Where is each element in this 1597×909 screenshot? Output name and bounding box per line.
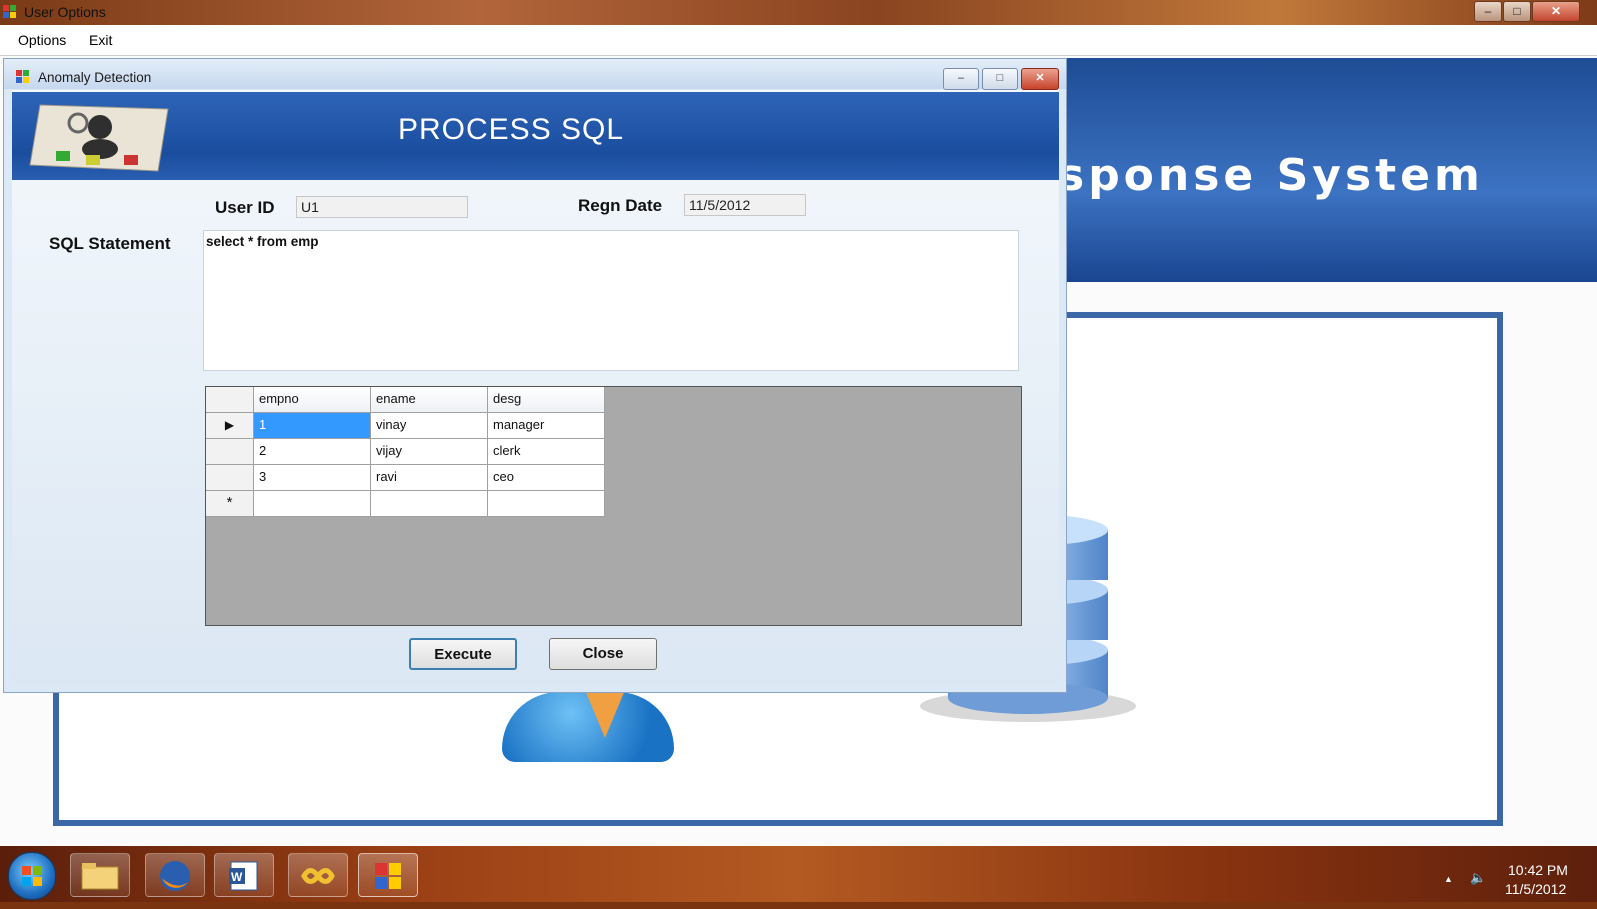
menu-exit[interactable]: Exit [89,32,112,48]
menu-options[interactable]: Options [18,32,66,48]
dialog-minimize-button[interactable]: – [943,68,979,90]
new-row-cell[interactable] [488,491,605,517]
outer-maximize-button[interactable]: □ [1503,1,1531,22]
clock-date[interactable]: 11/5/2012 [1505,881,1566,897]
table-cell-ename[interactable]: vijay [371,439,488,465]
sql-statement-input[interactable] [203,230,1019,371]
menu-bar [0,25,1597,56]
svg-text:W: W [231,870,243,884]
table-cell-ename[interactable]: ravi [371,465,488,491]
start-button[interactable] [8,852,56,900]
column-header-desg[interactable]: desg [488,387,605,413]
outer-window-title: User Options [24,4,106,20]
word-icon: W [229,861,258,891]
dialog-app-icon [16,70,30,84]
user-collar-shape [585,690,625,738]
column-header-empno[interactable]: empno [254,387,371,413]
table-cell-desg[interactable]: manager [488,413,605,439]
execute-button[interactable]: Execute [409,638,517,670]
security-logo-icon [26,101,172,175]
app-icon [375,863,401,889]
outer-close-button[interactable]: ✕ [1532,1,1580,22]
sql-statement-text: select * from emp [206,234,319,249]
row-header[interactable] [206,439,254,465]
dialog-maximize-button[interactable]: □ [982,68,1018,90]
outer-minimize-button[interactable]: – [1474,1,1502,22]
column-header-ename[interactable]: ename [371,387,488,413]
user-id-field[interactable]: U1 [296,196,468,218]
close-button[interactable]: Close [549,638,657,670]
table-cell-empno[interactable]: 1 [254,413,371,439]
row-header[interactable] [206,465,254,491]
table-cell-desg[interactable]: clerk [488,439,605,465]
dialog-title-bar [4,59,1066,89]
dialog-close-button[interactable]: ✕ [1021,68,1059,90]
taskbar-word-button[interactable]: W [214,853,274,897]
new-row-cell[interactable] [254,491,371,517]
table-cell-empno[interactable]: 3 [254,465,371,491]
page-title: PROCESS SQL [398,113,625,146]
regn-date-field[interactable]: 11/5/2012 [684,194,806,216]
taskbar-firefox-button[interactable] [145,853,205,897]
user-id-label: User ID [215,198,275,217]
taskbar-visualstudio-button[interactable] [288,853,348,897]
firefox-icon [160,861,190,891]
sql-statement-label: SQL Statement [49,234,171,253]
dialog-title: Anomaly Detection [38,70,152,85]
table-cell-desg[interactable]: ceo [488,465,605,491]
windows-logo-icon [22,866,42,886]
taskbar-explorer-button[interactable] [70,853,130,897]
show-hidden-icons-icon[interactable]: ▲ [1444,874,1453,884]
grid-corner-header [206,387,254,413]
background-banner-text: sponse System [1058,150,1484,201]
clock-time[interactable]: 10:42 PM [1508,862,1568,878]
table-cell-empno[interactable]: 2 [254,439,371,465]
taskbar-active-app-button[interactable] [358,853,418,897]
regn-date-label: Regn Date [578,196,663,215]
folder-icon [81,863,119,890]
app-icon [3,5,17,19]
row-header-new-icon[interactable]: * [206,491,254,517]
row-header-current-icon[interactable]: ▶ [206,413,254,439]
volume-icon[interactable]: 🔈 [1470,870,1486,886]
new-row-cell[interactable] [371,491,488,517]
table-cell-ename[interactable]: vinay [371,413,488,439]
outer-title-bar [0,0,1597,25]
infinity-icon [301,868,335,884]
